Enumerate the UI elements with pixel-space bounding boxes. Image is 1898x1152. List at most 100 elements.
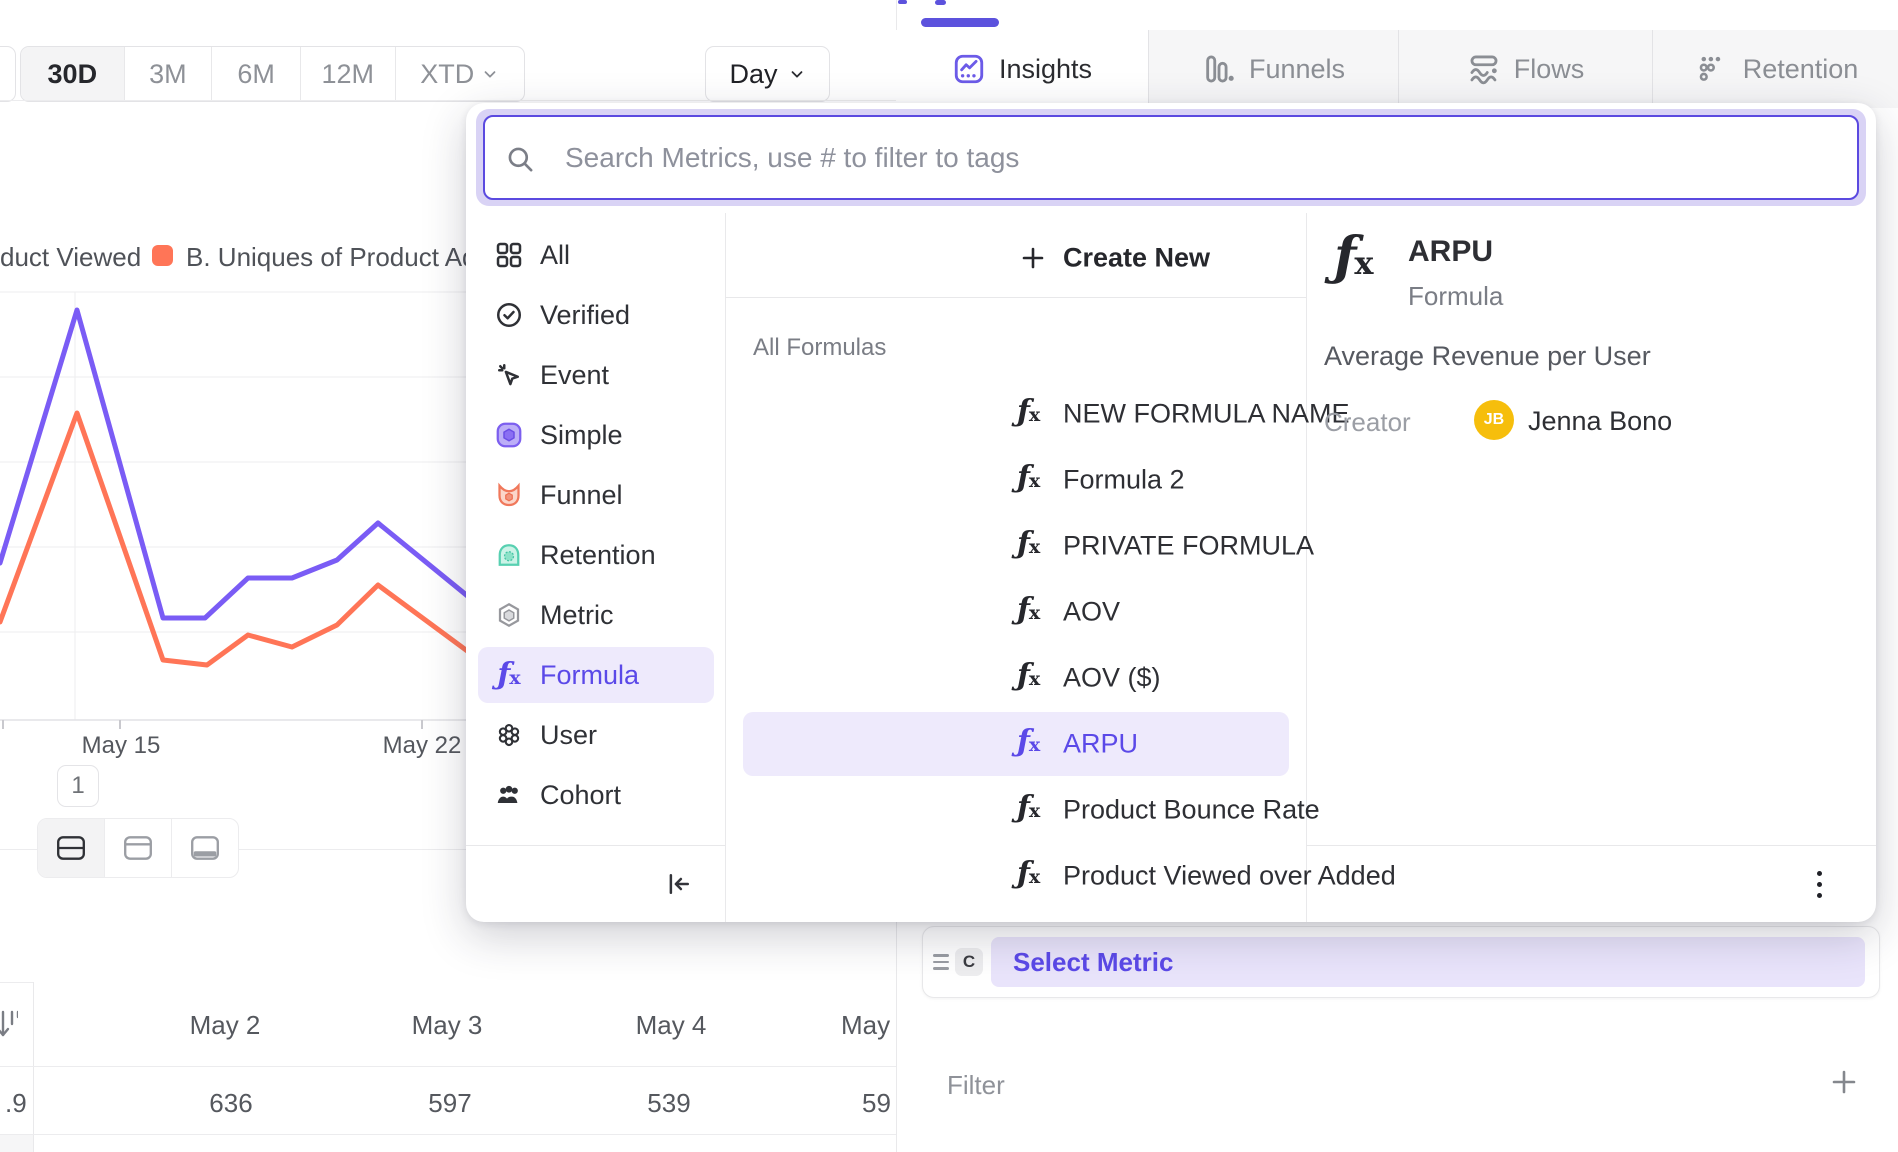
sidebar-item-label: Retention [540, 540, 656, 571]
sidebar-item-simple[interactable]: Simple [466, 405, 725, 465]
sidebar-item-formula[interactable]: ƒx Formula [466, 645, 725, 705]
layout-switcher [37, 818, 239, 878]
formula-detail-type: Formula [1408, 281, 1503, 312]
formula-list-item[interactable]: ƒx AOV [725, 579, 1306, 645]
table-cell-clipped: .9 [5, 1088, 27, 1119]
range-6m-button[interactable]: 6M [212, 47, 301, 101]
sidebar-item-user[interactable]: User [466, 705, 725, 765]
sidebar-item-label: Simple [540, 420, 623, 451]
chevron-down-icon [788, 65, 806, 83]
formula-name: Formula 2 [1063, 465, 1185, 496]
insights-chart-icon [952, 52, 986, 86]
range-30d-button[interactable]: 30D [21, 47, 125, 101]
plus-icon [1019, 244, 1047, 272]
table-cell: 539 [569, 1088, 769, 1119]
granularity-dropdown[interactable]: Day [705, 46, 830, 102]
layout-table-only-button[interactable] [172, 819, 238, 877]
select-metric-button[interactable]: Select Metric [991, 937, 1865, 987]
table-sort-icon[interactable] [0, 1006, 18, 1044]
sidebar-item-label: User [540, 720, 597, 751]
add-filter-button[interactable] [1828, 1066, 1860, 1098]
tab-retention[interactable]: Retention [1652, 30, 1898, 108]
sidebar-item-verified[interactable]: Verified [466, 285, 725, 345]
sidebar-item-label: Funnel [540, 480, 623, 511]
formula-detail-title: ARPU [1408, 235, 1493, 269]
sidebar-item-funnel[interactable]: Funnel [466, 465, 725, 525]
layout-chart-only-button[interactable] [105, 819, 172, 877]
formula-list-item[interactable]: ƒx NEW FORMULA NAME [725, 381, 1306, 447]
list-divider [725, 297, 1306, 298]
fx-icon: ƒx [1017, 595, 1040, 625]
legend-item-b-label[interactable]: B. Uniques of Product Add [186, 242, 491, 273]
formula-list-item-selected[interactable]: ƒx ARPU [725, 711, 1306, 777]
select-metric-label: Select Metric [1013, 947, 1173, 978]
page-number: 1 [71, 772, 84, 800]
range-xtd-button[interactable]: XTD [396, 47, 524, 101]
table-header-cell-clipped[interactable]: May [841, 1010, 890, 1041]
table-header-cell[interactable]: May 4 [571, 1010, 771, 1041]
formula-name: PRIVATE FORMULA [1063, 531, 1314, 562]
range-3m-button[interactable]: 3M [125, 47, 213, 101]
fx-icon: ƒx [1017, 397, 1040, 427]
formula-fx-icon: ƒx [493, 659, 525, 691]
formula-name: Product Bounce Rate [1063, 795, 1320, 826]
formula-list-item[interactable]: ƒx PRIVATE FORMULA [725, 513, 1306, 579]
formula-list-item[interactable]: ƒx Product Viewed over Added [725, 843, 1306, 909]
metric-search-input[interactable]: Search Metrics, use # to filter to tags [483, 115, 1859, 200]
table-cell: 636 [131, 1088, 331, 1119]
drag-handle-icon[interactable] [933, 954, 949, 970]
tab-insights-label: Insights [999, 54, 1092, 85]
table-header-cell[interactable]: May 3 [347, 1010, 547, 1041]
clipped-nav-fragment [935, 0, 946, 5]
legend-swatch-b[interactable] [152, 245, 173, 266]
formula-name: NEW FORMULA NAME [1063, 399, 1350, 430]
sidebar-footer-divider [466, 845, 725, 846]
formula-list-item[interactable]: ƒx Formula 2 [725, 447, 1306, 513]
split-rows-icon [55, 834, 87, 862]
formula-name: AOV [1063, 597, 1120, 628]
funnel-metric-icon [493, 479, 525, 511]
pagination-page-button[interactable]: 1 [57, 765, 99, 807]
formula-detail-description: Average Revenue per User [1324, 341, 1651, 372]
formula-list-item[interactable]: ƒx Product Bounce Rate [725, 777, 1306, 843]
tab-insights[interactable]: Insights [896, 30, 1148, 108]
collapse-sidebar-icon[interactable] [664, 869, 694, 899]
sidebar-item-label: Event [540, 360, 609, 391]
retention-dots-icon [1696, 52, 1730, 86]
sidebar-item-retention[interactable]: Retention [466, 525, 725, 585]
user-flower-icon [493, 719, 525, 751]
formula-name: AOV ($) [1063, 663, 1161, 694]
clipped-nav-fragment [898, 0, 907, 4]
avatar: JB [1474, 400, 1514, 440]
formula-name: Product Viewed over Added [1063, 861, 1396, 892]
legend-item-a-label[interactable]: duct Viewed [0, 242, 141, 273]
retention-metric-icon [493, 539, 525, 571]
x-axis-tick-label: May 22 [362, 732, 482, 760]
active-tab-indicator [921, 18, 999, 27]
fx-icon: ƒx [1017, 859, 1040, 889]
sidebar-item-label: Verified [540, 300, 630, 331]
detail-footer-divider [1306, 845, 1876, 846]
create-new-button[interactable]: Create New [725, 225, 1306, 291]
tab-funnels[interactable]: Funnels [1148, 30, 1398, 108]
tab-flows[interactable]: Flows [1398, 30, 1652, 108]
sidebar-item-cohort[interactable]: Cohort [466, 765, 725, 825]
table-top-border [0, 982, 33, 983]
fx-icon: ƒx [1017, 727, 1040, 757]
sidebar-item-metric[interactable]: Metric [466, 585, 725, 645]
layout-split-rows-button[interactable] [38, 819, 105, 877]
sidebar-item-event[interactable]: Event [466, 345, 725, 405]
date-range-segmented-control: 30D 3M 6M 12M XTD [20, 46, 525, 102]
tab-retention-label: Retention [1743, 54, 1859, 85]
table-header-cell[interactable]: May 2 [125, 1010, 325, 1041]
table-header-divider [0, 1066, 896, 1067]
table-row-divider [0, 1134, 896, 1135]
bottom-bar-layout-icon [189, 834, 221, 862]
sidebar-item-all[interactable]: All [466, 225, 725, 285]
more-options-button[interactable] [1814, 871, 1824, 898]
clipped-toolbar-button[interactable] [0, 46, 16, 102]
range-12m-button[interactable]: 12M [301, 47, 396, 101]
formula-list-item[interactable]: ƒx AOV ($) [725, 645, 1306, 711]
simple-metric-icon [493, 419, 525, 451]
range-xtd-label: XTD [420, 59, 474, 90]
